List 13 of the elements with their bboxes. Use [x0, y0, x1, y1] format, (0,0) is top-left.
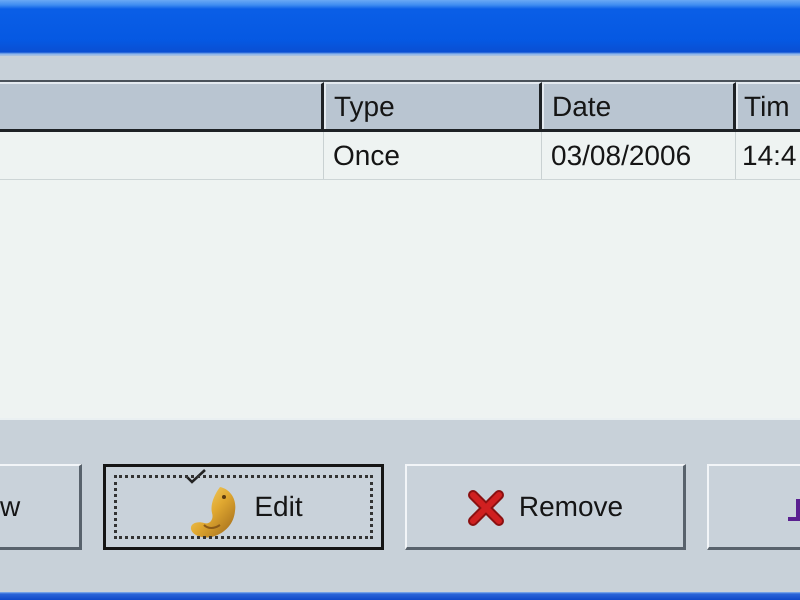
- cross-icon: [466, 490, 505, 526]
- dialog-button[interactable]: w: [0, 464, 82, 550]
- column-header[interactable]: Date: [542, 82, 736, 129]
- table-cell: Once: [324, 132, 542, 179]
- table-cell: 03/08/2006: [542, 132, 736, 179]
- tick-icon: [186, 469, 206, 484]
- column-header[interactable]: Tim: [736, 82, 800, 129]
- column-header[interactable]: Type: [324, 82, 542, 129]
- bracket-icon: [788, 498, 800, 520]
- edit-button[interactable]: Edit: [103, 464, 384, 550]
- remove-button[interactable]: Remove: [405, 464, 686, 550]
- dialog-button[interactable]: [707, 464, 800, 550]
- table-cell-text: 14:4: [741, 138, 798, 172]
